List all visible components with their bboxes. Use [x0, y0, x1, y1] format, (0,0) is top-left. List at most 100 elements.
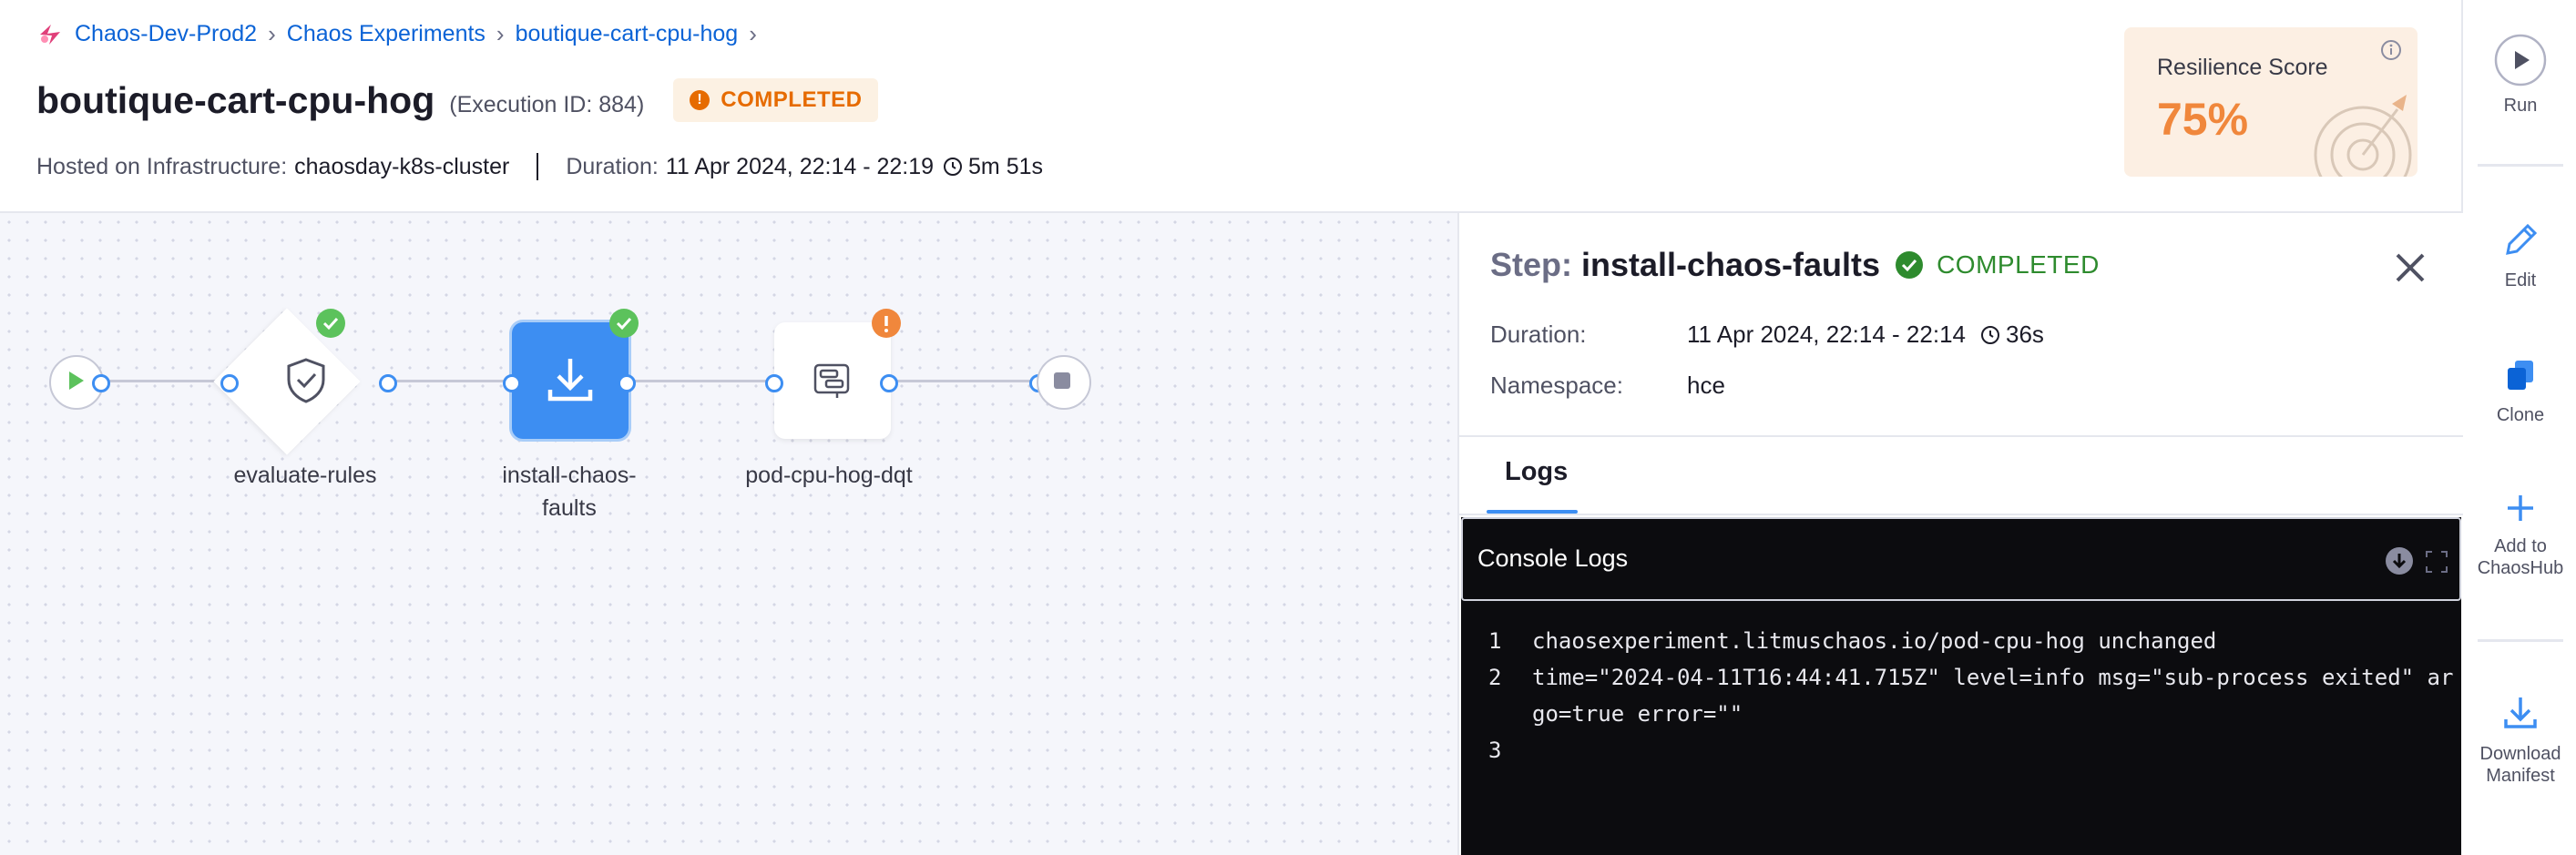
add-hub-label-1: Add to: [2494, 536, 2547, 556]
add-hub-label-2: ChaosHub: [2477, 558, 2564, 578]
breadcrumb-project[interactable]: Chaos-Dev-Prod2: [75, 21, 257, 47]
log-line: 1 chaosexperiment.litmuschaos.io/pod-cpu…: [1488, 623, 2454, 659]
success-check-icon: [316, 309, 345, 338]
step-namespace-label: Namespace:: [1490, 372, 1623, 399]
breadcrumb-experiment[interactable]: boutique-cart-cpu-hog: [516, 21, 739, 47]
duration-elapsed: 5m 51s: [968, 153, 1044, 179]
page-header: Chaos-Dev-Prod2 › Chaos Experiments › bo…: [0, 0, 2461, 213]
success-check-icon: [1896, 251, 1924, 279]
shield-check-icon: [287, 358, 325, 403]
pipeline-edge: [627, 380, 772, 382]
action-divider: [2478, 164, 2563, 167]
download-logs-icon[interactable]: [2385, 546, 2414, 575]
step-duration-row: Duration: 11 Apr 2024, 22:14 - 22:14 36s: [1490, 321, 2044, 349]
step-duration-value: 11 Apr 2024, 22:14 - 22:14: [1687, 321, 1966, 348]
resilience-label: Resilience Score: [2157, 55, 2328, 80]
node-port: [618, 374, 636, 392]
pipeline-edge: [889, 380, 1037, 382]
info-icon[interactable]: [2379, 38, 2403, 62]
console-logs: Console Logs 1 chaosexperiment.litmuscha…: [1461, 517, 2461, 855]
fullscreen-icon[interactable]: [2425, 550, 2448, 574]
edit-label: Edit: [2504, 270, 2537, 290]
node-port: [880, 374, 898, 392]
pencil-icon: [2506, 223, 2538, 255]
step-namespace-value: hce: [1687, 372, 1725, 399]
step-duration-value-group: 11 Apr 2024, 22:14 - 22:14 36s: [1687, 321, 2044, 349]
log-line-text: time="2024-04-11T16:44:41.715Z" level=in…: [1532, 665, 2454, 727]
log-line: 3: [1488, 732, 2454, 768]
play-icon: [2494, 34, 2547, 87]
fault-icon: [813, 363, 850, 398]
target-icon: [2314, 95, 2412, 177]
chevron-right-icon: ›: [496, 20, 505, 47]
console-title: Console Logs: [1477, 545, 1629, 572]
pipeline-edge: [388, 380, 510, 382]
warning-icon: !: [690, 90, 710, 110]
step-name: install-chaos-faults: [1581, 246, 1881, 283]
action-sidebar: Run Edit Clone Add to ChaosHub Download …: [2461, 0, 2576, 855]
status-badge: ! COMPLETED: [673, 78, 879, 122]
log-line-number: 1: [1488, 628, 1502, 654]
download-label-2: Manifest: [2486, 766, 2555, 786]
log-line-text: chaosexperiment.litmuschaos.io/pod-cpu-h…: [1532, 628, 2217, 654]
chevron-right-icon: ›: [268, 20, 276, 47]
end-node[interactable]: [1037, 355, 1091, 410]
status-text: COMPLETED: [721, 87, 863, 112]
node-port: [503, 374, 521, 392]
node-label-line: faults: [542, 495, 597, 521]
node-label-line: install-chaos-: [502, 463, 637, 488]
page-title: boutique-cart-cpu-hog: [36, 78, 435, 121]
log-line: 2 time="2024-04-11T16:44:41.715Z" level=…: [1488, 659, 2454, 732]
step-namespace-row: Namespace: hce: [1490, 372, 1725, 400]
step-status: COMPLETED: [1937, 250, 2100, 279]
download-icon: [547, 359, 593, 402]
node-port: [765, 374, 783, 392]
tabs-divider: [1459, 514, 2463, 515]
download-icon: [2504, 697, 2537, 728]
clock-icon: [1980, 325, 1999, 344]
resilience-score-card: Resilience Score 75%: [2124, 27, 2418, 177]
run-label: Run: [2503, 96, 2538, 116]
step-duration-elapsed: 36s: [2005, 321, 2044, 348]
action-divider: [2478, 639, 2563, 642]
node-label: pod-cpu-hog-dqt: [745, 463, 913, 488]
step-label: Step:: [1490, 246, 1572, 283]
chevron-right-icon: ›: [749, 20, 757, 47]
log-line-number: 3: [1488, 738, 1502, 763]
breadcrumb-section[interactable]: Chaos Experiments: [287, 21, 486, 47]
close-icon[interactable]: [2392, 249, 2428, 286]
log-line-number: 2: [1488, 665, 1502, 690]
stop-icon: [1054, 372, 1070, 389]
infra-label: Hosted on Infrastructure:: [36, 153, 288, 179]
breadcrumb: Chaos-Dev-Prod2 › Chaos Experiments › bo…: [36, 20, 768, 48]
run-button[interactable]: Run: [2463, 33, 2576, 117]
clone-label: Clone: [2496, 405, 2545, 425]
title-row: boutique-cart-cpu-hog (Execution ID: 884…: [36, 78, 879, 122]
node-port: [220, 374, 239, 392]
pipeline-edge: [100, 380, 228, 382]
download-manifest-button[interactable]: Download Manifest: [2463, 692, 2576, 787]
node-label: install-chaos- faults: [474, 459, 665, 524]
duration-label: Duration:: [566, 153, 659, 179]
node-port: [92, 374, 110, 392]
step-title: Step: install-chaos-faults COMPLETED: [1490, 246, 2100, 284]
meta-row: Hosted on Infrastructure: chaosday-k8s-c…: [36, 153, 1043, 180]
tab-logs[interactable]: Logs: [1505, 457, 1568, 487]
meta-divider: [537, 153, 539, 180]
infra-value: chaosday-k8s-cluster: [294, 153, 510, 179]
pipeline-canvas[interactable]: evaluate-rules install-chaos- faults pod…: [0, 213, 1457, 855]
clone-button[interactable]: Clone: [2463, 355, 2576, 426]
console-header: Console Logs: [1461, 517, 2461, 601]
node-label: evaluate-rules: [233, 463, 377, 488]
edit-button[interactable]: Edit: [2463, 219, 2576, 291]
step-details-panel: Step: install-chaos-faults COMPLETED Dur…: [1457, 213, 2463, 855]
warning-icon: [872, 309, 901, 338]
clock-icon: [944, 158, 963, 176]
log-line-text: [1532, 732, 2454, 768]
clone-icon: [2508, 361, 2533, 390]
add-to-chaoshub-button[interactable]: Add to ChaosHub: [2463, 490, 2576, 579]
download-label-1: Download: [2479, 744, 2561, 764]
log-lines: 1 chaosexperiment.litmuschaos.io/pod-cpu…: [1488, 623, 2454, 768]
step-duration-label: Duration:: [1490, 321, 1587, 348]
plus-icon: [2508, 495, 2533, 521]
